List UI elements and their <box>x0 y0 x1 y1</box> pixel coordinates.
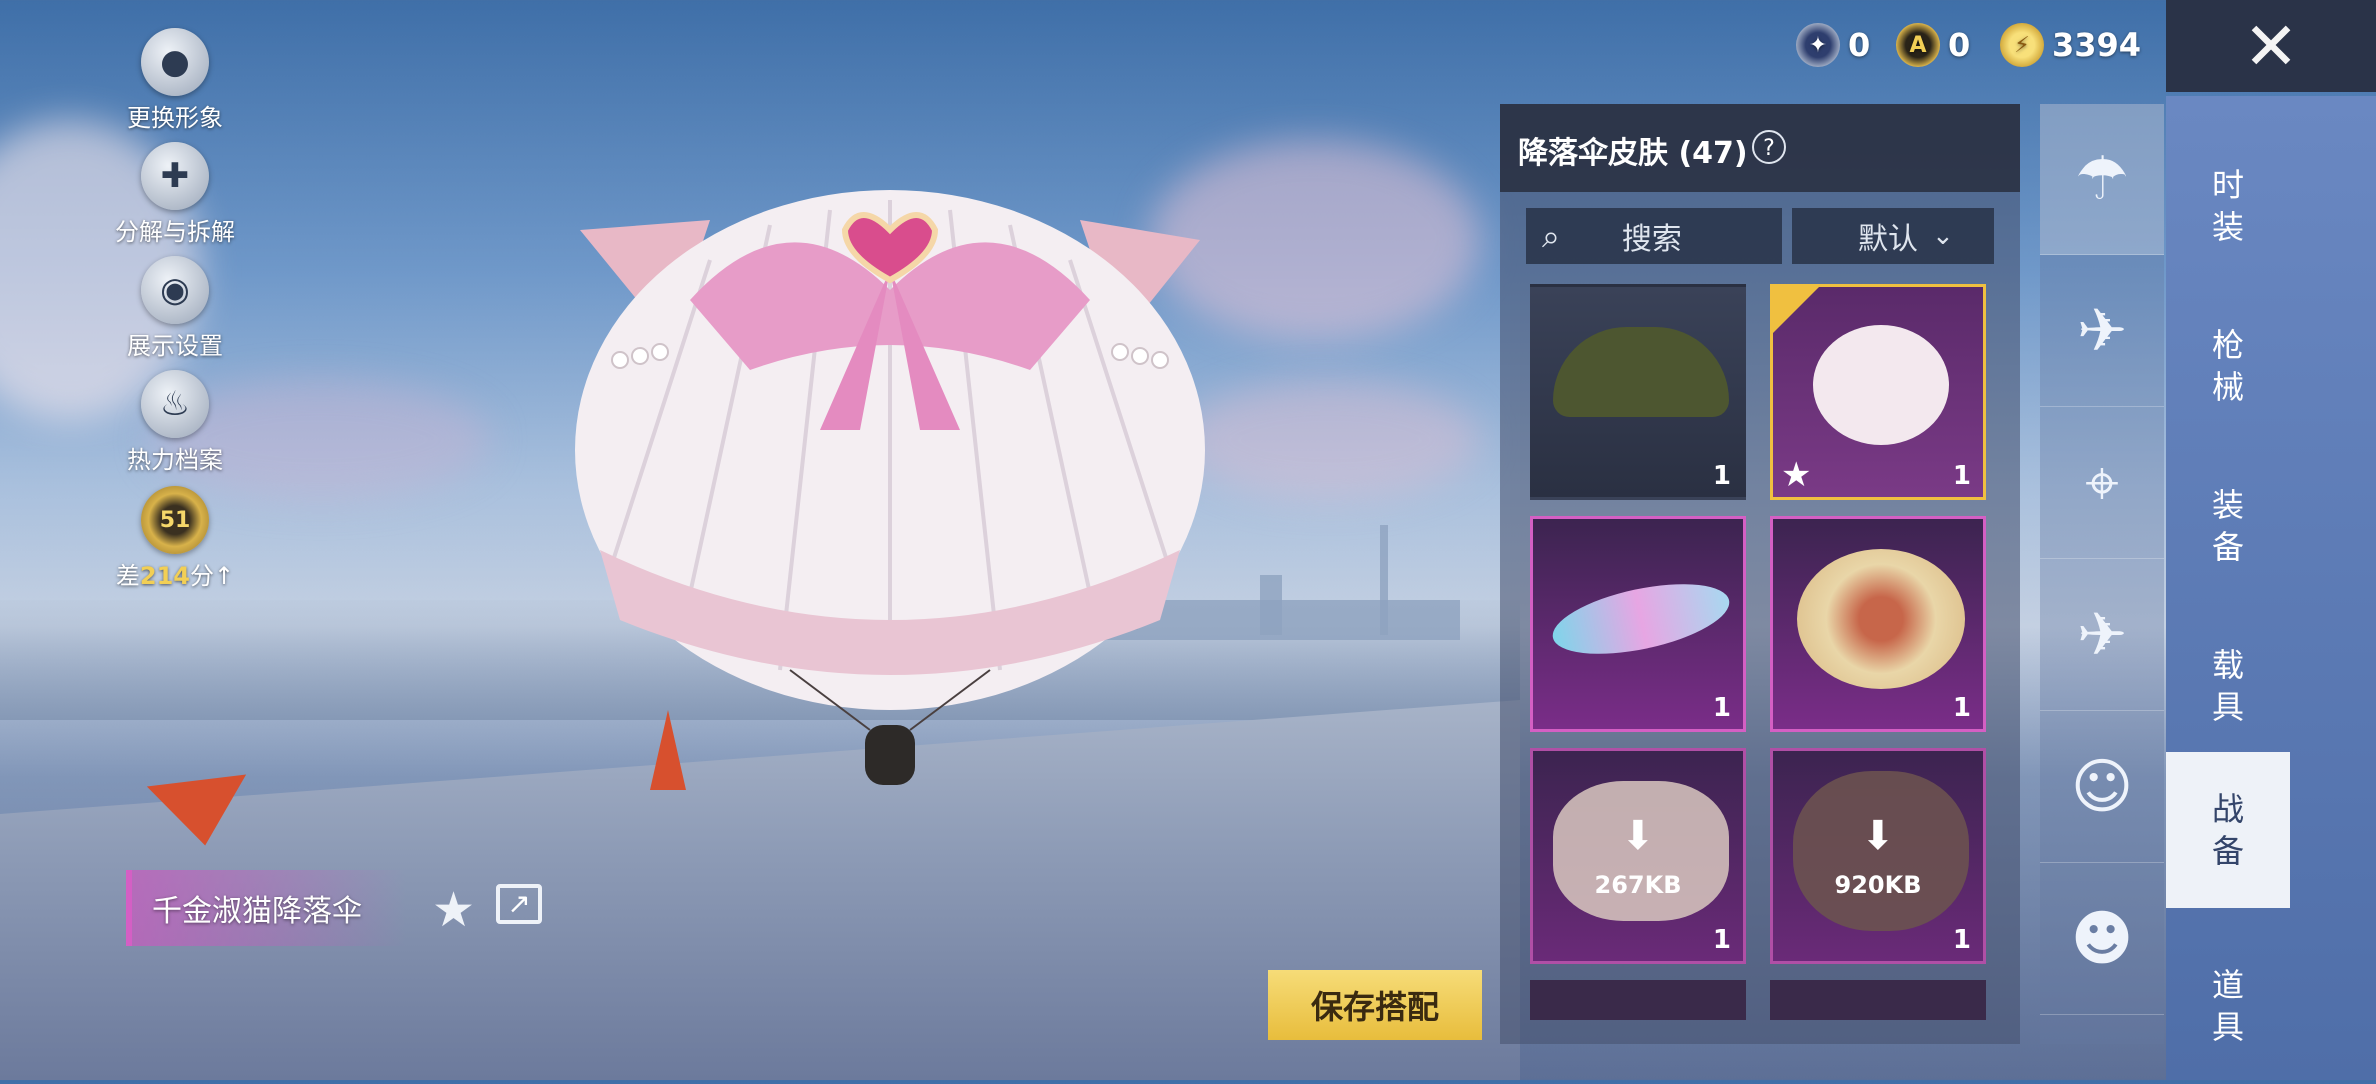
help-icon[interactable]: ? <box>1752 130 1786 164</box>
subcategory-icon-column: ☂ ✈ ⌖ ✈ ☺ ☻ <box>2040 104 2164 1044</box>
close-icon: ✕ <box>2243 7 2299 85</box>
download-icon: ⬇ <box>1861 813 1895 859</box>
item-count: 1 <box>1952 461 1971 491</box>
save-outfit-button[interactable]: 保存搭配 <box>1268 970 1482 1040</box>
level-badge-icon: 51 <box>141 486 209 554</box>
skin-card-kitty-selected[interactable]: ★ 1 <box>1770 284 1986 500</box>
level-badge-button[interactable]: 51 差214分↑ <box>110 486 240 591</box>
skin-panel: 降落伞皮肤 (47) ? ⌕ 搜索 默认 ⌄ 1 ★ 1 1 1 ⬇ 267KB… <box>1500 104 2020 1044</box>
skin-card-partial[interactable] <box>1770 980 1986 1020</box>
panel-header: 降落伞皮肤 (47) ? <box>1500 104 2020 192</box>
ag-coin-icon: A <box>1896 23 1940 67</box>
bp-coin-icon: ⚡ <box>2000 23 2044 67</box>
parachute-thumb <box>1797 549 1965 689</box>
parachute-thumb <box>1553 327 1729 417</box>
companion-icon[interactable]: ☻ <box>2040 864 2164 1015</box>
skin-card-download-2[interactable]: ⬇ 920KB 1 <box>1770 748 1986 964</box>
item-count: 1 <box>1712 693 1731 723</box>
parachute-preview <box>575 190 1205 785</box>
close-button[interactable]: ✕ <box>2166 0 2376 92</box>
download-size: 920KB <box>1834 871 1922 899</box>
avatar-icon: ● <box>141 28 209 96</box>
display-settings-label: 展示设置 <box>127 332 223 360</box>
eye-icon: ◉ <box>141 256 209 324</box>
currency-2: A 0 <box>1896 22 1970 68</box>
skin-card-gold[interactable]: 1 <box>1770 516 1986 732</box>
item-name-banner: 千金淑猫降落伞 <box>126 870 406 946</box>
skin-card-download-1[interactable]: ⬇ 267KB 1 <box>1530 748 1746 964</box>
parachute-thumb <box>1813 325 1949 445</box>
tab-weapons[interactable]: 枪 械 <box>2166 288 2290 444</box>
flame-icon: ♨ <box>141 370 209 438</box>
item-count: 1 <box>1712 461 1731 491</box>
chevron-down-icon: ⌄ <box>1932 221 1954 251</box>
skin-card-partial[interactable] <box>1530 980 1746 1020</box>
item-count: 1 <box>1952 925 1971 955</box>
tab-items[interactable]: 道 具 <box>2166 928 2290 1084</box>
currency-3-value: 3394 <box>2052 26 2142 64</box>
sort-label: 默认 <box>1858 222 1918 257</box>
currency-3: ⚡ 3394 <box>2000 22 2141 68</box>
currency-1-value: 0 <box>1848 26 1871 64</box>
parachute-thumb <box>1546 570 1736 668</box>
tab-combat-gear[interactable]: 战 备 <box>2166 752 2290 908</box>
change-avatar-label: 更换形象 <box>127 104 223 132</box>
save-outfit-label: 保存搭配 <box>1310 988 1439 1026</box>
level-gap-suffix: 分 <box>190 562 214 590</box>
change-avatar-button[interactable]: ● 更换形象 <box>110 28 240 133</box>
level-gap-text: 差214分↑ <box>110 556 240 591</box>
skin-card-holo[interactable]: 1 <box>1530 516 1746 732</box>
favorite-star-icon: ★ <box>1781 455 1812 495</box>
level-gap-prefix: 差 <box>115 562 140 590</box>
item-count: 1 <box>1712 925 1731 955</box>
favorite-star-icon[interactable]: ★ <box>432 882 475 938</box>
decompose-button[interactable]: ✚ 分解与拆解 <box>110 142 240 247</box>
panel-title: 降落伞皮肤 (47) <box>1518 136 1748 171</box>
sort-dropdown[interactable]: 默认 ⌄ <box>1792 208 1994 264</box>
item-count: 1 <box>1952 693 1971 723</box>
level-badge-number: 51 <box>159 507 191 533</box>
drone-icon[interactable]: ⌖ <box>2040 408 2164 559</box>
currency-1: ✦ 0 <box>1796 22 1870 68</box>
search-box[interactable]: ⌕ 搜索 <box>1526 208 1782 264</box>
search-icon: ⌕ <box>1542 216 1560 255</box>
tab-vehicles[interactable]: 载 具 <box>2166 608 2290 764</box>
level-gap-value: 214 <box>139 562 190 590</box>
heat-archive-label: 热力档案 <box>127 446 223 474</box>
decompose-label: 分解与拆解 <box>115 218 235 246</box>
arrow-up-icon: ↑ <box>214 562 235 590</box>
parachute-icon[interactable]: ☂ <box>2040 104 2164 255</box>
tab-equipment[interactable]: 装 备 <box>2166 448 2290 604</box>
download-size: 267KB <box>1594 871 1682 899</box>
currency-2-value: 0 <box>1948 26 1971 64</box>
item-name: 千金淑猫降落伞 <box>152 894 362 929</box>
check-icon <box>1773 287 1819 333</box>
download-icon: ⬇ <box>1621 813 1655 859</box>
skydiver-icon[interactable]: ✈ <box>2040 256 2164 407</box>
share-icon[interactable]: ↗ <box>496 884 542 924</box>
search-label: 搜索 <box>1621 222 1682 257</box>
puzzle-icon: ✚ <box>141 142 209 210</box>
tab-fashion[interactable]: 时 装 <box>2166 128 2290 284</box>
display-settings-button[interactable]: ◉ 展示设置 <box>110 256 240 361</box>
airplane-icon[interactable]: ✈ <box>2040 560 2164 711</box>
category-tabs: 时 装 枪 械 装 备 载 具 战 备 道 具 <box>2166 96 2376 1080</box>
heat-archive-button[interactable]: ♨ 热力档案 <box>110 370 240 475</box>
skin-card-olive[interactable]: 1 <box>1530 284 1746 500</box>
medal-coin-icon: ✦ <box>1796 23 1840 67</box>
emote-face-icon[interactable]: ☺ <box>2040 712 2164 863</box>
